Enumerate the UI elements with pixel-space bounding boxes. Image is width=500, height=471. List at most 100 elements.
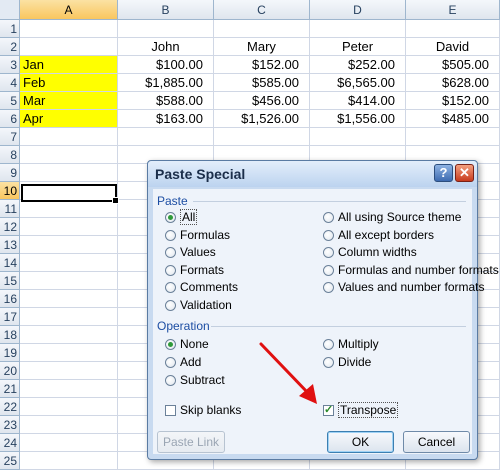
active-cell-a10[interactable] bbox=[21, 184, 119, 204]
row-header-9[interactable]: 9 bbox=[0, 164, 20, 182]
cell-a19[interactable] bbox=[20, 344, 118, 362]
row-header-14[interactable]: 14 bbox=[0, 254, 20, 272]
cell-b1[interactable] bbox=[118, 20, 214, 38]
cell-d6[interactable]: $1,556.00 bbox=[310, 110, 406, 128]
row-header-23[interactable]: 23 bbox=[0, 416, 20, 434]
cell-b5[interactable]: $588.00 bbox=[118, 92, 214, 110]
cell-c6[interactable]: $1,526.00 bbox=[214, 110, 310, 128]
cell-a6[interactable]: Apr bbox=[20, 110, 118, 128]
help-button[interactable]: ? bbox=[434, 164, 453, 182]
row-header-2[interactable]: 2 bbox=[0, 38, 20, 56]
cell-e5[interactable]: $152.00 bbox=[406, 92, 500, 110]
row-header-10[interactable]: 10 bbox=[0, 182, 20, 200]
radio-subtract[interactable]: Subtract bbox=[165, 372, 225, 388]
cell-c7[interactable] bbox=[214, 128, 310, 146]
cell-d2[interactable]: Peter bbox=[310, 38, 406, 56]
column-header-c[interactable]: C bbox=[214, 0, 310, 20]
radio-formulas[interactable]: Formulas bbox=[165, 227, 230, 243]
cell-d1[interactable] bbox=[310, 20, 406, 38]
radio-divide[interactable]: Divide bbox=[323, 354, 371, 370]
row-header-6[interactable]: 6 bbox=[0, 110, 20, 128]
row-header-16[interactable]: 16 bbox=[0, 290, 20, 308]
cell-a13[interactable] bbox=[20, 236, 118, 254]
radio-formats[interactable]: Formats bbox=[165, 262, 224, 278]
cell-c2[interactable]: Mary bbox=[214, 38, 310, 56]
row-header-24[interactable]: 24 bbox=[0, 434, 20, 452]
row-header-1[interactable]: 1 bbox=[0, 20, 20, 38]
cell-b7[interactable] bbox=[118, 128, 214, 146]
cell-b2[interactable]: John bbox=[118, 38, 214, 56]
ok-button[interactable]: OK bbox=[327, 431, 394, 453]
radio-all[interactable]: All bbox=[165, 209, 198, 225]
radio-all-except-borders[interactable]: All except borders bbox=[323, 227, 434, 243]
cell-a17[interactable] bbox=[20, 308, 118, 326]
cell-a5[interactable]: Mar bbox=[20, 92, 118, 110]
cell-d7[interactable] bbox=[310, 128, 406, 146]
cell-a8[interactable] bbox=[20, 146, 118, 164]
row-header-19[interactable]: 19 bbox=[0, 344, 20, 362]
cell-b4[interactable]: $1,885.00 bbox=[118, 74, 214, 92]
cell-a11[interactable] bbox=[20, 200, 118, 218]
row-header-7[interactable]: 7 bbox=[0, 128, 20, 146]
cell-e3[interactable]: $505.00 bbox=[406, 56, 500, 74]
cell-c4[interactable]: $585.00 bbox=[214, 74, 310, 92]
cell-a25[interactable] bbox=[20, 452, 118, 470]
cell-a22[interactable] bbox=[20, 398, 118, 416]
cell-e6[interactable]: $485.00 bbox=[406, 110, 500, 128]
cell-a4[interactable]: Feb bbox=[20, 74, 118, 92]
row-header-13[interactable]: 13 bbox=[0, 236, 20, 254]
row-header-8[interactable]: 8 bbox=[0, 146, 20, 164]
radio-values[interactable]: Values bbox=[165, 244, 216, 260]
row-header-5[interactable]: 5 bbox=[0, 92, 20, 110]
cell-c3[interactable]: $152.00 bbox=[214, 56, 310, 74]
radio-validation[interactable]: Validation bbox=[165, 297, 232, 313]
dialog-title-bar[interactable]: Paste Special ? ✕ bbox=[148, 161, 477, 187]
cell-e1[interactable] bbox=[406, 20, 500, 38]
cell-a1[interactable] bbox=[20, 20, 118, 38]
cell-a23[interactable] bbox=[20, 416, 118, 434]
cell-d5[interactable]: $414.00 bbox=[310, 92, 406, 110]
radio-multiply[interactable]: Multiply bbox=[323, 336, 379, 352]
cell-a3[interactable]: Jan bbox=[20, 56, 118, 74]
paste-link-button[interactable]: Paste Link bbox=[157, 431, 225, 453]
row-header-15[interactable]: 15 bbox=[0, 272, 20, 290]
cell-e4[interactable]: $628.00 bbox=[406, 74, 500, 92]
select-all-corner[interactable] bbox=[0, 0, 20, 20]
row-header-11[interactable]: 11 bbox=[0, 200, 20, 218]
cell-a21[interactable] bbox=[20, 380, 118, 398]
row-header-3[interactable]: 3 bbox=[0, 56, 20, 74]
close-button[interactable]: ✕ bbox=[455, 164, 474, 182]
cell-e2[interactable]: David bbox=[406, 38, 500, 56]
column-header-b[interactable]: B bbox=[118, 0, 214, 20]
radio-none[interactable]: None bbox=[165, 336, 209, 352]
row-header-21[interactable]: 21 bbox=[0, 380, 20, 398]
cell-a20[interactable] bbox=[20, 362, 118, 380]
cancel-button[interactable]: Cancel bbox=[403, 431, 470, 453]
column-header-e[interactable]: E bbox=[406, 0, 500, 20]
cell-b6[interactable]: $163.00 bbox=[118, 110, 214, 128]
cell-d3[interactable]: $252.00 bbox=[310, 56, 406, 74]
cell-d4[interactable]: $6,565.00 bbox=[310, 74, 406, 92]
transpose-checkbox[interactable]: Transpose bbox=[323, 402, 399, 418]
row-header-18[interactable]: 18 bbox=[0, 326, 20, 344]
radio-values-number-formats[interactable]: Values and number formats bbox=[323, 279, 485, 295]
radio-all-source-theme[interactable]: All using Source theme bbox=[323, 209, 461, 225]
column-header-a[interactable]: A bbox=[20, 0, 118, 20]
cell-a7[interactable] bbox=[20, 128, 118, 146]
radio-column-widths[interactable]: Column widths bbox=[323, 244, 417, 260]
column-header-d[interactable]: D bbox=[310, 0, 406, 20]
cell-a24[interactable] bbox=[20, 434, 118, 452]
cell-c1[interactable] bbox=[214, 20, 310, 38]
cell-a2[interactable] bbox=[20, 38, 118, 56]
radio-formulas-number-formats[interactable]: Formulas and number formats bbox=[323, 262, 499, 278]
radio-comments[interactable]: Comments bbox=[165, 279, 238, 295]
cell-a9[interactable] bbox=[20, 164, 118, 182]
row-header-22[interactable]: 22 bbox=[0, 398, 20, 416]
skip-blanks-checkbox[interactable]: Skip blanks bbox=[165, 402, 241, 418]
cell-e7[interactable] bbox=[406, 128, 500, 146]
row-header-17[interactable]: 17 bbox=[0, 308, 20, 326]
cell-c5[interactable]: $456.00 bbox=[214, 92, 310, 110]
row-header-12[interactable]: 12 bbox=[0, 218, 20, 236]
cell-a15[interactable] bbox=[20, 272, 118, 290]
row-header-20[interactable]: 20 bbox=[0, 362, 20, 380]
